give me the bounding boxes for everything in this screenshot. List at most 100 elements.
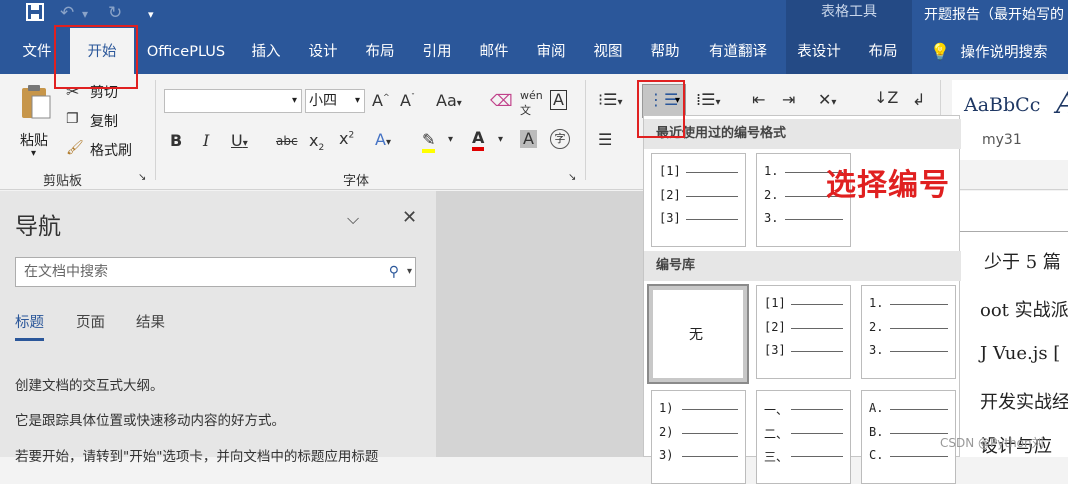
numbering-label: 一、 <box>764 403 789 417</box>
watermark: CSDN @Python刘 <box>940 436 1044 450</box>
numbering-label: [2] <box>764 320 786 334</box>
character-shading-icon[interactable]: A <box>520 130 537 148</box>
divider <box>585 80 586 180</box>
search-icon[interactable]: ⚲ <box>389 258 399 286</box>
copy-button[interactable]: 复制 <box>90 111 118 131</box>
bullets-icon[interactable]: ⁝☰▾ <box>598 90 622 109</box>
numbering-label: 2. <box>869 320 884 334</box>
style-gallery-item[interactable]: AaBbCc A my31 <box>952 80 1068 160</box>
tab-mailings[interactable]: 邮件 <box>471 28 517 74</box>
style-name: my31 <box>982 132 1022 148</box>
numbering-label: [2] <box>659 188 681 202</box>
customize-qat-icon[interactable]: ▾ <box>148 8 154 21</box>
format-painter-button[interactable]: 格式刷 <box>90 140 132 160</box>
character-border-icon[interactable]: A <box>550 90 567 110</box>
nav-tab-pages[interactable]: 页面 <box>76 311 105 332</box>
enclose-characters-icon[interactable]: 字 <box>550 129 570 149</box>
tab-youdao-translate[interactable]: 有道翻译 <box>700 28 776 74</box>
paste-button[interactable]: 粘贴 ▾ <box>14 82 58 162</box>
text-effects-icon[interactable]: A▾ <box>375 130 391 149</box>
font-color-icon[interactable]: A <box>472 128 485 151</box>
undo-icon[interactable]: ↶ <box>60 3 74 23</box>
numbering-label: 1) <box>659 401 674 415</box>
annotation-text: 选择编号 <box>826 168 950 203</box>
align-left-icon[interactable]: ☰ <box>598 130 612 149</box>
redo-icon[interactable]: ↻ <box>108 3 122 23</box>
nav-tab-results[interactable]: 结果 <box>136 311 165 332</box>
search-placeholder: 在文档中搜索 <box>24 264 108 280</box>
chevron-down-icon[interactable]: ▾ <box>498 134 503 145</box>
style-preview-large-a: A <box>1056 86 1068 121</box>
numbering-label: [1] <box>764 296 786 310</box>
numbering-none-option[interactable]: 无 <box>647 284 749 384</box>
numbering-label: 3. <box>764 211 779 225</box>
tab-table-layout[interactable]: 布局 <box>858 28 908 74</box>
decrease-indent-icon[interactable]: ⇤ <box>752 90 765 109</box>
font-launcher-icon[interactable]: ↘ <box>568 172 576 183</box>
italic-icon[interactable]: I <box>203 131 209 150</box>
document-text: 少于 5 篇 <box>984 252 1061 273</box>
grow-font-icon[interactable]: A^ <box>372 91 390 110</box>
tab-references[interactable]: 引用 <box>414 28 460 74</box>
sort-icon[interactable]: ↓Z <box>874 88 898 107</box>
increase-indent-icon[interactable]: ⇥ <box>782 90 795 109</box>
numbering-option[interactable]: [1] [2] [3] <box>651 153 746 247</box>
shrink-font-icon[interactable]: Aˇ <box>400 91 415 110</box>
chevron-down-icon[interactable]: ⌵ <box>347 209 359 229</box>
nav-tab-headings[interactable]: 标题 <box>15 311 44 341</box>
multilevel-list-icon[interactable]: ⁞☰▾ <box>696 90 720 109</box>
undo-dropdown-icon[interactable]: ▾ <box>82 7 88 21</box>
tab-layout[interactable]: 布局 <box>357 28 403 74</box>
tab-help[interactable]: 帮助 <box>642 28 688 74</box>
tab-view[interactable]: 视图 <box>585 28 631 74</box>
nav-search-input[interactable]: 在文档中搜索 ⚲ ▾ <box>15 257 416 287</box>
change-case-icon[interactable]: Aa▾ <box>436 91 462 110</box>
paste-label: 粘贴 <box>20 133 48 149</box>
underline-icon[interactable]: U▾ <box>231 131 248 150</box>
recent-numbering-header: 最近使用过的编号格式 <box>644 119 961 149</box>
highlight-box-home-tab <box>54 25 138 89</box>
document-page[interactable] <box>956 191 1068 457</box>
tab-design[interactable]: 设计 <box>300 28 346 74</box>
phonetic-guide-icon[interactable]: wén 文 <box>520 89 543 118</box>
numbering-option[interactable]: 1. 2. 3. <box>861 285 956 379</box>
superscript-icon[interactable]: x2 <box>339 129 354 148</box>
format-painter-icon[interactable]: 🖌 <box>66 140 84 156</box>
tab-review[interactable]: 审阅 <box>528 28 574 74</box>
font-size-combo[interactable]: 小四 ▾ <box>305 89 365 113</box>
tell-me-search[interactable]: 💡 操作说明搜索 <box>930 28 1048 74</box>
document-title: 开题报告（最开始写的 <box>924 7 1064 23</box>
tab-table-design[interactable]: 表设计 <box>790 28 848 74</box>
chevron-down-icon[interactable]: ▾ <box>448 134 453 145</box>
ribbon-tabs: 文件 开始 OfficePLUS 插入 设计 布局 引用 邮件 审阅 视图 帮助… <box>0 28 1068 74</box>
save-icon[interactable] <box>26 3 44 26</box>
copy-icon[interactable]: ❐ <box>66 111 79 127</box>
clipboard-launcher-icon[interactable]: ↘ <box>138 172 146 183</box>
paste-dropdown-icon: ▾ <box>31 148 37 159</box>
nav-title: 导航 <box>15 214 61 240</box>
lightbulb-icon: 💡 <box>930 42 950 61</box>
tab-officeplus[interactable]: OfficePLUS <box>140 28 232 74</box>
highlight-icon[interactable]: ✎ <box>422 130 436 153</box>
numbering-option[interactable]: 1) 2) 3) <box>651 390 746 484</box>
highlight-box-numbering <box>637 80 685 138</box>
numbering-label: [3] <box>764 343 786 357</box>
numbering-label: 2. <box>764 188 779 202</box>
font-name-combo[interactable]: ▾ <box>164 89 302 113</box>
numbering-option[interactable]: 一、 二、 三、 <box>756 390 851 484</box>
style-preview: AaBbCc <box>964 94 1041 116</box>
subscript-icon[interactable]: x2 <box>309 131 324 153</box>
show-marks-icon[interactable]: ↲ <box>912 90 925 109</box>
strikethrough-icon[interactable]: abc <box>276 134 298 148</box>
numbering-label: 二、 <box>764 427 789 441</box>
bold-icon[interactable]: B <box>170 131 182 150</box>
close-icon[interactable]: ✕ <box>402 207 417 228</box>
numbering-library-header: 编号库 <box>644 251 961 281</box>
numbering-option[interactable]: [1] [2] [3] <box>756 285 851 379</box>
chevron-down-icon[interactable]: ▾ <box>407 258 412 286</box>
none-label: 无 <box>689 327 703 343</box>
chinese-layout-icon[interactable]: ✕▾ <box>818 90 836 109</box>
numbering-label: [3] <box>659 211 681 225</box>
clear-formatting-icon[interactable]: ⌫ <box>490 91 513 110</box>
tab-insert[interactable]: 插入 <box>243 28 289 74</box>
